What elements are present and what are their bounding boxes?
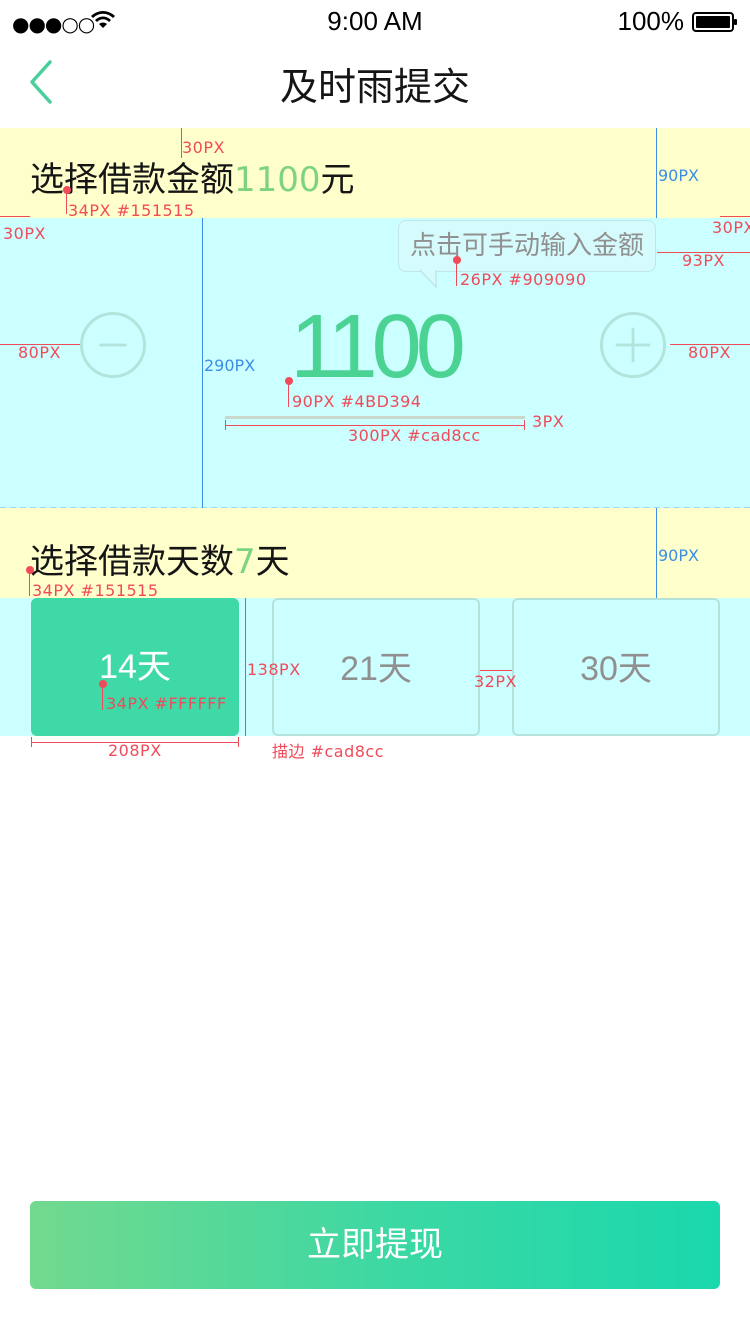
annotation-32px: 32PX (474, 672, 517, 691)
annotation-line (102, 684, 103, 710)
annotation-tick (225, 420, 226, 430)
annotation-30px-right: 30PX (712, 218, 750, 237)
days-label-suffix: 天 (255, 542, 290, 582)
annotation-tick (31, 737, 32, 747)
day-option-14[interactable]: 14天 (31, 598, 239, 736)
amount-label-prefix: 选择借款金额 (30, 160, 234, 200)
minus-icon (99, 343, 127, 347)
decrease-button[interactable] (80, 312, 146, 378)
amount-underline (225, 416, 525, 419)
annotation-dot (63, 186, 71, 194)
input-hint-tooltip: 点击可手动输入金额 (398, 220, 656, 272)
amount-label: 选择借款金额1100元 (30, 152, 355, 201)
annotation-34-151515-1: 34PX #151515 (68, 201, 195, 220)
annotation-line (720, 216, 750, 217)
day-option-21[interactable]: 21天 (272, 598, 480, 736)
amount-value[interactable]: 1100 (225, 296, 525, 399)
tooltip-tail (419, 270, 437, 288)
annotation-3px: 3PX (532, 412, 565, 431)
annotation-line (656, 508, 657, 598)
annotation-30px-top: 30PX (182, 138, 225, 157)
annotation-80px-right: 80PX (688, 343, 731, 362)
annotation-line (202, 218, 203, 508)
annotation-300-cad8cc: 300PX #cad8cc (348, 426, 481, 445)
annotation-tick (524, 420, 525, 430)
annotation-80px-left: 80PX (18, 343, 61, 362)
increase-button[interactable] (600, 312, 666, 378)
annotation-line (456, 260, 457, 286)
annotation-90px-1: 90PX (658, 166, 699, 185)
battery-icon (692, 12, 737, 32)
battery-percent: 100% (617, 6, 685, 36)
annotation-30px-left: 30PX (3, 224, 46, 243)
annotation-26-909090: 26PX #909090 (460, 270, 587, 289)
annotation-line (245, 598, 246, 736)
annotation-34-ffffff: 34PX #FFFFFF (106, 694, 227, 713)
annotation-dot (285, 377, 293, 385)
amount-label-suffix: 元 (320, 160, 355, 200)
day-option-30[interactable]: 30天 (512, 598, 720, 736)
days-label-value: 7 (234, 542, 256, 582)
annotation-90-4bd394: 90PX #4BD394 (292, 392, 422, 411)
annotation-290px: 290PX (204, 356, 256, 375)
annotation-line (0, 216, 30, 217)
annotation-138px: 138PX (247, 660, 301, 679)
annotation-stroke: 描边 #cad8cc (272, 742, 385, 761)
annotation-34-151515-2: 34PX #151515 (32, 581, 159, 600)
annotation-tick (238, 737, 239, 747)
annotation-line (29, 570, 30, 596)
days-label-prefix: 选择借款天数 (30, 542, 234, 582)
annotation-93px: 93PX (682, 251, 725, 270)
annotation-line (480, 670, 512, 671)
annotation-dot (453, 256, 461, 264)
plus-icon (615, 327, 651, 363)
page-title: 及时雨提交 (279, 65, 470, 109)
annotation-dot (99, 680, 107, 688)
amount-label-value: 1100 (234, 160, 321, 200)
annotation-dot (26, 566, 34, 574)
annotation-line (66, 190, 67, 214)
annotation-208px: 208PX (108, 741, 162, 760)
status-bar: ●●●○○ 9:00 AM 100% (0, 0, 750, 42)
annotation-90px-2: 90PX (658, 546, 699, 565)
days-label: 选择借款天数7天 (30, 534, 290, 583)
annotation-line (288, 381, 289, 407)
annotation-line (656, 128, 657, 218)
withdraw-button[interactable]: 立即提现 (30, 1201, 720, 1289)
